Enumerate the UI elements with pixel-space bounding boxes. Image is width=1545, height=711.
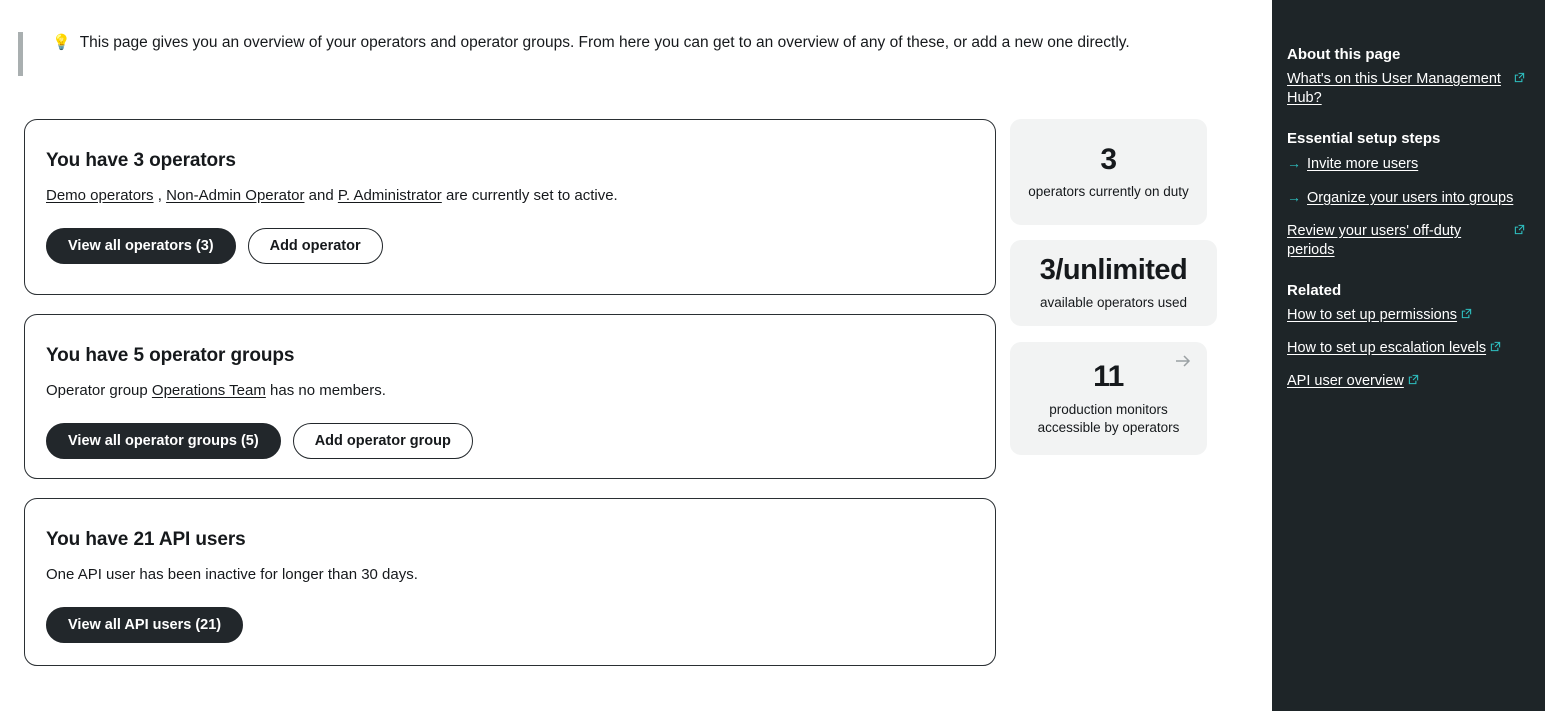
stat-production-monitors-value: 11 — [1093, 360, 1124, 394]
sidebar-section-related: Related How to set up permissions How to… — [1287, 282, 1525, 391]
desc-tail-2: has no members. — [265, 382, 386, 399]
stat-available-operators-used-label: available operators used — [1039, 294, 1188, 310]
card-api-users-description: One API user has been inactive for longe… — [46, 566, 418, 583]
stat-operators-on-duty-value: 3 — [1100, 142, 1117, 176]
view-all-operators-button[interactable]: View all operators (3) — [46, 228, 236, 264]
sidebar-link-organize-users-into-groups[interactable]: Organize your users into groups — [1307, 189, 1513, 208]
sidebar-link-review-off-duty-periods[interactable]: Review your users' off-duty periods — [1287, 222, 1510, 260]
card-operators-description: Demo operators , Non-Admin Operator and … — [46, 186, 974, 206]
external-link-icon — [1490, 341, 1501, 352]
link-non-admin-operator[interactable]: Non-Admin Operator — [166, 187, 304, 204]
lightbulb-icon: 💡 — [52, 34, 71, 51]
desc-head-2: Operator group — [46, 382, 152, 399]
sidebar-item-review-off-duty-periods: Review your users' off-duty periods — [1287, 222, 1525, 260]
sidebar-about-heading: About this page — [1287, 46, 1401, 63]
external-link-icon — [1514, 224, 1525, 235]
sidebar-item-api-user-overview: API user overview — [1287, 372, 1525, 391]
stats-column: 3 operators currently on duty 3/unlimite… — [1010, 119, 1217, 455]
link-p-administrator[interactable]: P. Administrator — [338, 187, 442, 204]
sidebar-related-heading: Related — [1287, 282, 1342, 299]
stat-production-monitors[interactable]: 11 production monitors accessible by ope… — [1010, 342, 1207, 455]
right-sidebar: About this page What's on this User Mana… — [1272, 0, 1545, 711]
sidebar-link-api-user-overview[interactable]: API user overview — [1287, 372, 1404, 391]
link-operations-team[interactable]: Operations Team — [152, 382, 266, 399]
external-link-icon — [1408, 374, 1419, 385]
arrow-right-icon — [1173, 351, 1193, 371]
desc-separator-2: and — [304, 187, 338, 204]
arrow-right-icon: → — [1287, 189, 1301, 205]
add-operator-button[interactable]: Add operator — [247, 228, 383, 264]
page-root: 💡 This page gives you an overview of you… — [0, 0, 1545, 711]
card-operators-title: You have 3 operators — [46, 150, 236, 171]
card-api-users-title: You have 21 API users — [46, 529, 246, 550]
card-api-users-actions: View all API users (21) — [46, 607, 974, 643]
info-banner: 💡 This page gives you an overview of you… — [18, 32, 1158, 76]
sidebar-section-essential: Essential setup steps → Invite more user… — [1287, 130, 1525, 260]
sidebar-essential-heading: Essential setup steps — [1287, 130, 1441, 147]
card-operator-groups: You have 5 operator groups Operator grou… — [24, 314, 996, 479]
sidebar-section-about: About this page What's on this User Mana… — [1287, 46, 1525, 108]
desc-tail-1: are currently set to active. — [441, 187, 618, 204]
stat-available-operators-used: 3/unlimited available operators used — [1010, 240, 1217, 326]
sidebar-about-link-row: What's on this User Management Hub? — [1287, 70, 1525, 108]
view-all-operator-groups-button[interactable]: View all operator groups (5) — [46, 423, 281, 459]
sidebar-item-how-to-set-up-escalation-levels: How to set up escalation levels — [1287, 339, 1525, 358]
sidebar-link-how-to-set-up-permissions[interactable]: How to set up permissions — [1287, 306, 1457, 325]
add-operator-group-button[interactable]: Add operator group — [292, 423, 473, 459]
arrow-right-icon: → — [1287, 155, 1301, 171]
link-demo-operators[interactable]: Demo operators — [46, 187, 154, 204]
external-link-icon — [1461, 308, 1472, 319]
desc-separator-1: , — [153, 187, 167, 204]
sidebar-item-invite-more-users: → Invite more users — [1287, 154, 1525, 174]
sidebar-item-how-to-set-up-permissions: How to set up permissions — [1287, 306, 1525, 325]
stat-production-monitors-label: production monitors accessible by operat… — [1037, 401, 1180, 435]
card-operators-actions: View all operators (3) Add operator — [46, 228, 974, 264]
sidebar-link-how-to-set-up-escalation-levels[interactable]: How to set up escalation levels — [1287, 339, 1486, 358]
stat-operators-on-duty-label: operators currently on duty — [1028, 184, 1189, 200]
sidebar-link-user-management-hub[interactable]: What's on this User Management Hub? — [1287, 70, 1510, 108]
card-operator-groups-title: You have 5 operator groups — [46, 345, 295, 366]
view-all-api-users-button[interactable]: View all API users (21) — [46, 607, 244, 643]
stat-operators-on-duty: 3 operators currently on duty — [1010, 119, 1207, 225]
card-operator-groups-actions: View all operator groups (5) Add operato… — [46, 423, 974, 459]
card-api-users: You have 21 API users One API user has b… — [24, 498, 996, 666]
card-operator-groups-description: Operator group Operations Team has no me… — [46, 381, 974, 401]
external-link-icon — [1514, 72, 1525, 83]
sidebar-link-invite-more-users[interactable]: Invite more users — [1307, 155, 1418, 174]
sidebar-item-organize-users-into-groups: → Organize your users into groups — [1287, 188, 1525, 208]
info-banner-text: This page gives you an overview of your … — [79, 34, 1130, 51]
cards-column: You have 3 operators Demo operators , No… — [24, 119, 996, 666]
card-operators: You have 3 operators Demo operators , No… — [24, 119, 996, 295]
stat-available-operators-used-value: 3/unlimited — [1039, 254, 1188, 287]
